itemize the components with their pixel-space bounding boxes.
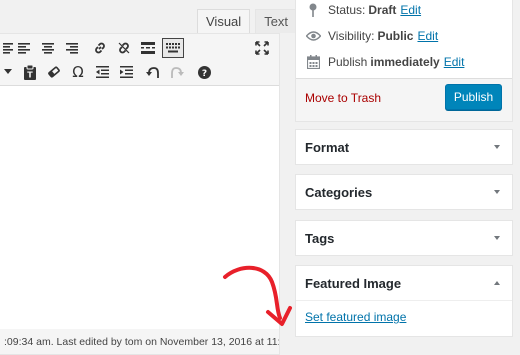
editor-status-bar: :09:34 am. Last edited by tom on Novembe… [0, 329, 280, 355]
status-label: Status: [328, 3, 366, 17]
eye-icon [305, 28, 321, 44]
featured-image-panel-title: Featured Image [305, 276, 402, 291]
insert-link-icon[interactable] [89, 37, 111, 59]
toolbar-row-2: T Ω ? [0, 59, 279, 83]
undo-icon[interactable] [142, 61, 164, 83]
tags-panel-title: Tags [305, 231, 335, 246]
remove-link-icon[interactable] [113, 37, 135, 59]
move-to-trash-link[interactable]: Move to Trash [305, 91, 381, 105]
edit-publish-date-link[interactable]: Edit [444, 55, 465, 69]
format-panel-title: Format [305, 140, 350, 155]
editor-toolbar: T Ω ? [0, 34, 279, 86]
clear-formatting-icon[interactable] [43, 61, 65, 83]
publish-label: Publish [328, 55, 368, 69]
publish-box: Status: Draft Edit Visibility: Public Ed… [295, 0, 513, 122]
categories-panel[interactable]: Categories [295, 174, 513, 210]
status-row: Status: Draft Edit [305, 1, 421, 19]
svg-text:?: ? [201, 69, 206, 79]
paste-as-text-icon[interactable]: T [19, 61, 41, 83]
visibility-row: Visibility: Public Edit [305, 27, 438, 45]
editor-tabs: Visual Text [197, 9, 298, 33]
indent-icon[interactable] [115, 61, 137, 83]
pin-icon [305, 2, 321, 18]
align-left-icon[interactable] [13, 37, 35, 59]
publish-button[interactable]: Publish [445, 84, 502, 110]
special-character-icon[interactable]: Ω [67, 61, 89, 83]
fullscreen-icon[interactable] [251, 37, 273, 59]
categories-panel-title: Categories [305, 185, 373, 200]
visibility-label: Visibility: [328, 29, 375, 43]
chevron-down-icon[interactable] [494, 190, 500, 194]
chevron-up-icon[interactable] [494, 281, 500, 285]
chevron-down-icon[interactable] [494, 145, 500, 149]
publish-actions: Move to Trash Publish [296, 78, 512, 121]
chevron-down-icon[interactable] [494, 236, 500, 240]
visibility-value: Public [377, 29, 414, 43]
edit-visibility-link[interactable]: Edit [417, 29, 438, 43]
toolbar-toggle-icon[interactable] [162, 38, 184, 58]
annotation-arrow-icon [223, 265, 292, 326]
tab-text[interactable]: Text [255, 9, 298, 33]
edit-status-link[interactable]: Edit [400, 3, 421, 17]
status-value: Draft [368, 3, 397, 17]
set-featured-image-link[interactable]: Set featured image [305, 310, 406, 324]
publish-date-row: Publish immediately Edit [305, 53, 464, 71]
svg-text:T: T [27, 70, 33, 79]
format-panel[interactable]: Format [295, 129, 513, 165]
text-color-dropdown-icon[interactable] [1, 61, 15, 83]
publish-value: immediately [370, 55, 440, 69]
toolbar-row-1 [0, 35, 279, 59]
featured-image-panel: Featured Image Set featured image [295, 265, 513, 337]
tab-visual[interactable]: Visual [197, 9, 251, 33]
help-icon[interactable]: ? [193, 61, 215, 83]
featured-image-panel-header[interactable]: Featured Image [296, 266, 512, 301]
tags-panel[interactable]: Tags [295, 220, 513, 256]
read-more-icon[interactable] [137, 37, 159, 59]
align-center-icon[interactable] [37, 37, 59, 59]
calendar-icon [305, 54, 321, 70]
align-right-icon[interactable] [61, 37, 83, 59]
redo-icon[interactable] [166, 61, 188, 83]
outdent-icon[interactable] [91, 61, 113, 83]
